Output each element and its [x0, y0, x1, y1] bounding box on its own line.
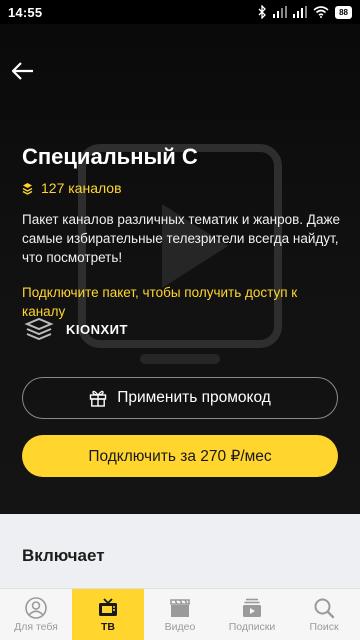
kion-logo-icon [24, 318, 54, 340]
channel-brand[interactable]: KIONХИТ [24, 318, 128, 340]
signal2-icon [293, 6, 308, 18]
nav-item-search[interactable]: Поиск [288, 589, 360, 640]
channel-count: 127 каналов [22, 180, 122, 196]
back-button[interactable] [8, 56, 38, 86]
connect-button[interactable]: Подключить за 270 ₽/мес [22, 435, 338, 477]
person-icon [25, 596, 47, 619]
status-icons: 88 [257, 5, 352, 19]
bottom-nav: Для тебя ТВ Видео Подписки Поиск [0, 588, 360, 640]
subscribe-notice: Подключите пакет, чтобы получить доступ … [22, 285, 298, 319]
nav-item-video[interactable]: Видео [144, 589, 216, 640]
nav-label-tv: ТВ [101, 620, 115, 633]
nav-label-search: Поиск [309, 620, 339, 633]
package-title: Специальный С [22, 144, 198, 169]
gift-icon [90, 390, 107, 407]
includes-section: Включает [0, 514, 360, 588]
tv-icon [99, 597, 117, 616]
wifi-icon [313, 6, 329, 18]
layers-icon [22, 182, 33, 195]
nav-item-subscriptions[interactable]: Подписки [216, 589, 288, 640]
nav-label-subscriptions: Подписки [228, 620, 276, 633]
nav-label-for-you: Для тебя [14, 620, 58, 633]
arrow-left-icon [12, 62, 33, 80]
nav-item-tv[interactable]: ТВ [72, 589, 144, 640]
connect-label: Подключить за 270 ₽/мес [88, 447, 272, 465]
clapperboard-icon [170, 598, 190, 617]
apply-promo-button[interactable]: Применить промокод [22, 377, 338, 419]
battery-indicator: 88 [335, 5, 352, 19]
search-icon [314, 598, 335, 618]
signal-icon [273, 6, 288, 18]
package-description: Пакет каналов различных тематик и жанров… [22, 212, 340, 265]
bluetooth-icon [258, 5, 267, 19]
channel-brand-name: KIONХИТ [66, 321, 128, 337]
nav-label-video: Видео [164, 620, 196, 633]
status-bar: 14:55 88 [0, 0, 360, 24]
nav-item-for-you[interactable]: Для тебя [0, 589, 72, 640]
includes-title: Включает [22, 546, 105, 565]
apply-promo-label: Применить промокод [117, 389, 271, 406]
status-time: 14:55 [8, 4, 43, 20]
subscriptions-icon [243, 598, 261, 617]
channel-count-label: 127 каналов [41, 180, 122, 196]
